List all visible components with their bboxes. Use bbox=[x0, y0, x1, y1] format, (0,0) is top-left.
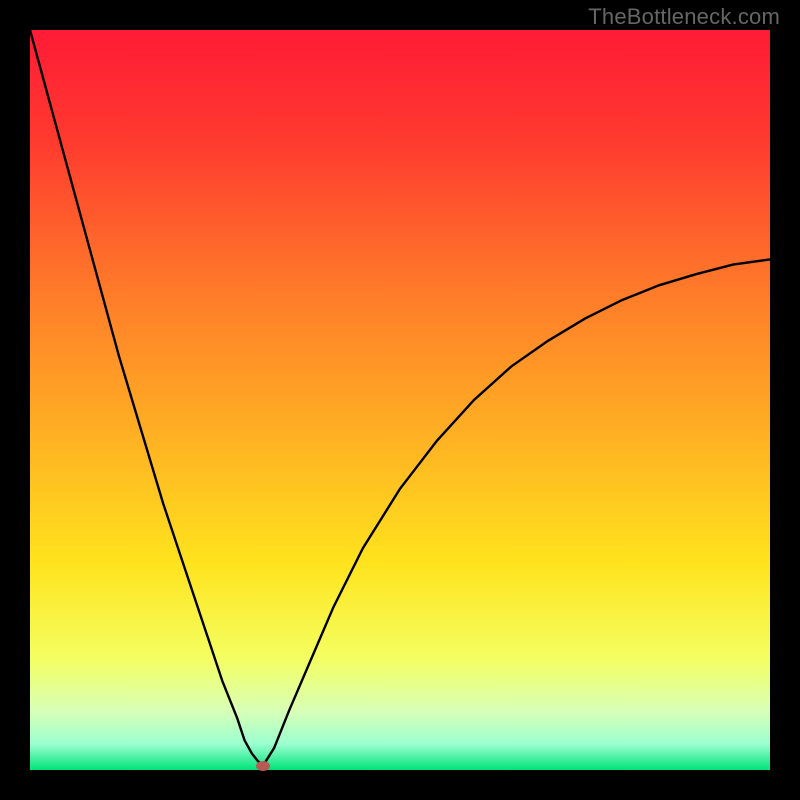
minimum-marker bbox=[256, 761, 270, 771]
bottleneck-curve bbox=[30, 30, 770, 770]
watermark-text: TheBottleneck.com bbox=[588, 4, 780, 30]
curve-left-branch bbox=[30, 30, 263, 766]
chart-frame: TheBottleneck.com bbox=[0, 0, 800, 800]
plot-area bbox=[30, 30, 770, 770]
curve-right-branch bbox=[263, 259, 770, 765]
